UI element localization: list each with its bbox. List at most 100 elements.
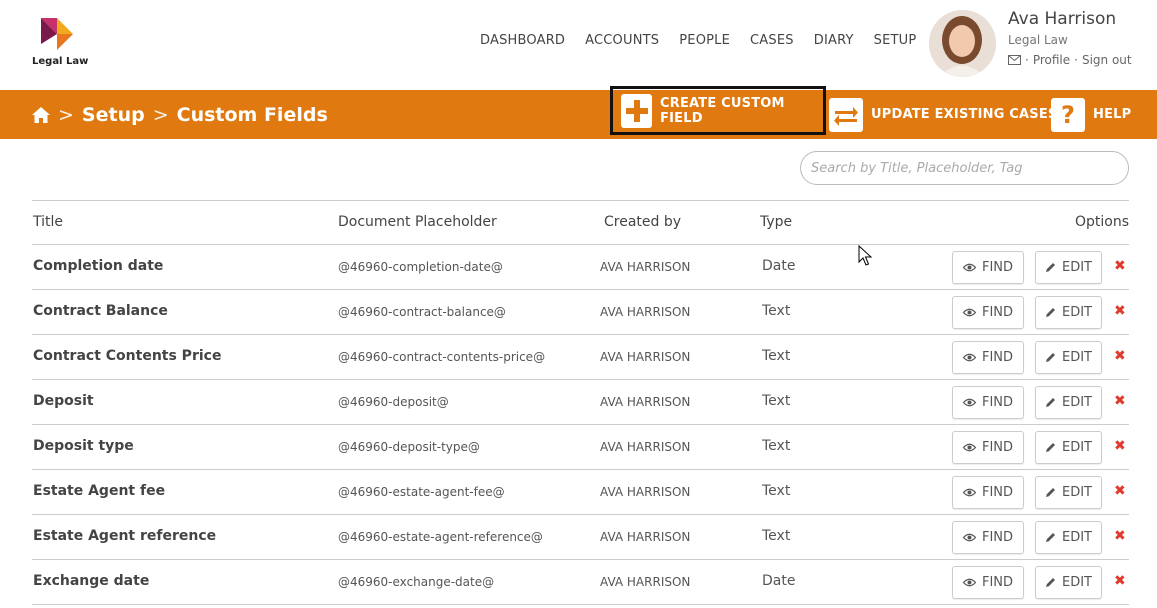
eye-icon: [962, 308, 976, 317]
find-button[interactable]: FIND: [952, 296, 1024, 329]
field-title: Completion date: [33, 258, 164, 274]
pencil-icon: [1046, 398, 1055, 407]
plus-icon: [621, 93, 653, 128]
nav-cases[interactable]: CASES: [750, 33, 794, 48]
edit-button[interactable]: EDIT: [1035, 341, 1102, 374]
edit-label: EDIT: [1062, 350, 1092, 365]
table-header: Title Document Placeholder Created by Ty…: [32, 200, 1129, 245]
field-placeholder: @46960-deposit-type@: [338, 440, 480, 454]
edit-button[interactable]: EDIT: [1035, 386, 1102, 419]
user-links: · Profile · Sign out: [1008, 53, 1132, 67]
find-label: FIND: [981, 260, 1014, 275]
search-input[interactable]: [800, 151, 1129, 185]
update-existing-cases-button[interactable]: UPDATE EXISTING CASES: [829, 90, 1058, 139]
main-nav: DASHBOARD ACCOUNTS PEOPLE CASES DIARY SE…: [480, 33, 936, 48]
find-button[interactable]: FIND: [952, 251, 1024, 284]
field-title: Exchange date: [33, 573, 150, 589]
pencil-icon: [1046, 263, 1055, 272]
find-label: FIND: [981, 575, 1014, 590]
find-button[interactable]: FIND: [952, 476, 1024, 509]
header-placeholder[interactable]: Document Placeholder: [338, 214, 497, 230]
find-label: FIND: [981, 485, 1014, 500]
table-row: Estate Agent fee @46960-estate-agent-fee@…: [32, 470, 1129, 515]
find-label: FIND: [981, 305, 1014, 320]
nav-accounts[interactable]: ACCOUNTS: [585, 33, 659, 48]
nav-dashboard[interactable]: DASHBOARD: [480, 33, 565, 48]
field-created-by: AVA HARRISON: [600, 485, 691, 499]
field-placeholder: @46960-completion-date@: [338, 260, 503, 274]
brand-logo[interactable]: Legal Law: [30, 16, 89, 72]
header-options: Options: [1074, 214, 1129, 230]
table-row: Deposit type @46960-deposit-type@ AVA HARR…: [32, 425, 1129, 470]
find-label: FIND: [981, 440, 1014, 455]
find-button[interactable]: FIND: [952, 386, 1024, 419]
edit-button[interactable]: EDIT: [1035, 566, 1102, 599]
table-row: Deposit @46960-deposit@ AVA HARRISON Text FI…: [32, 380, 1129, 425]
delete-icon[interactable]: ✖: [1114, 348, 1126, 364]
field-placeholder: @46960-deposit@: [338, 395, 449, 409]
edit-label: EDIT: [1062, 305, 1092, 320]
field-title: Deposit type: [33, 438, 134, 454]
eye-icon: [962, 263, 976, 272]
field-type: Text: [762, 348, 791, 364]
edit-button[interactable]: EDIT: [1035, 296, 1102, 329]
nav-diary[interactable]: DIARY: [814, 33, 854, 48]
nav-people[interactable]: PEOPLE: [679, 33, 730, 48]
field-type: Date: [762, 573, 796, 589]
eye-icon: [962, 533, 976, 542]
find-button[interactable]: FIND: [952, 431, 1024, 464]
table-row: Contract Contents Price @46960-contract-c…: [32, 335, 1129, 380]
help-button[interactable]: ? HELP: [1051, 90, 1131, 139]
delete-icon[interactable]: ✖: [1114, 483, 1126, 499]
create-custom-field-button[interactable]: CREATE CUSTOM FIELD: [610, 86, 826, 135]
eye-icon: [962, 443, 976, 452]
home-icon[interactable]: [32, 106, 50, 123]
pencil-icon: [1046, 488, 1055, 497]
edit-button[interactable]: EDIT: [1035, 251, 1102, 284]
edit-button[interactable]: EDIT: [1035, 431, 1102, 464]
header-title[interactable]: Title: [33, 214, 63, 230]
field-placeholder: @46960-estate-agent-reference@: [338, 530, 543, 544]
field-created-by: AVA HARRISON: [600, 530, 691, 544]
breadcrumb-current: Custom Fields: [176, 103, 328, 126]
nav-setup[interactable]: SETUP: [874, 33, 917, 48]
delete-icon[interactable]: ✖: [1114, 303, 1126, 319]
field-created-by: AVA HARRISON: [600, 395, 691, 409]
find-label: FIND: [981, 350, 1014, 365]
sign-out-link[interactable]: Sign out: [1082, 53, 1132, 67]
delete-icon[interactable]: ✖: [1114, 573, 1126, 589]
delete-icon[interactable]: ✖: [1114, 528, 1126, 544]
delete-icon[interactable]: ✖: [1114, 258, 1126, 274]
breadcrumb-setup[interactable]: Setup: [82, 104, 145, 126]
find-button[interactable]: FIND: [952, 341, 1024, 374]
pencil-icon: [1046, 353, 1055, 362]
field-placeholder: @46960-contract-contents-price@: [338, 350, 546, 364]
user-org: Legal Law: [1008, 33, 1068, 47]
logo-icon: [41, 18, 73, 50]
field-type: Text: [762, 393, 791, 409]
edit-button[interactable]: EDIT: [1035, 521, 1102, 554]
table-row: Contract Balance @46960-contract-balance@…: [32, 290, 1129, 335]
edit-label: EDIT: [1062, 485, 1092, 500]
table-row: Completion date @46960-completion-date@ AV…: [32, 245, 1129, 290]
create-custom-field-label: CREATE CUSTOM FIELD: [660, 95, 785, 126]
edit-button[interactable]: EDIT: [1035, 476, 1102, 509]
field-type: Text: [762, 528, 791, 544]
edit-label: EDIT: [1062, 260, 1092, 275]
field-title: Estate Agent fee: [33, 483, 166, 499]
find-button[interactable]: FIND: [952, 566, 1024, 599]
logo-text: Legal Law: [32, 56, 89, 67]
delete-icon[interactable]: ✖: [1114, 438, 1126, 454]
header-created-by[interactable]: Created by: [604, 214, 681, 230]
find-button[interactable]: FIND: [952, 521, 1024, 554]
envelope-icon[interactable]: [1008, 55, 1021, 65]
field-placeholder: @46960-contract-balance@: [338, 305, 506, 319]
profile-link[interactable]: Profile: [1033, 53, 1070, 67]
field-type: Text: [762, 303, 791, 319]
field-title: Estate Agent reference: [33, 528, 217, 544]
avatar[interactable]: [929, 10, 996, 77]
breadcrumb: > Setup > Custom Fields: [32, 90, 328, 139]
field-created-by: AVA HARRISON: [600, 440, 691, 454]
header-type[interactable]: Type: [760, 214, 792, 230]
delete-icon[interactable]: ✖: [1114, 393, 1126, 409]
